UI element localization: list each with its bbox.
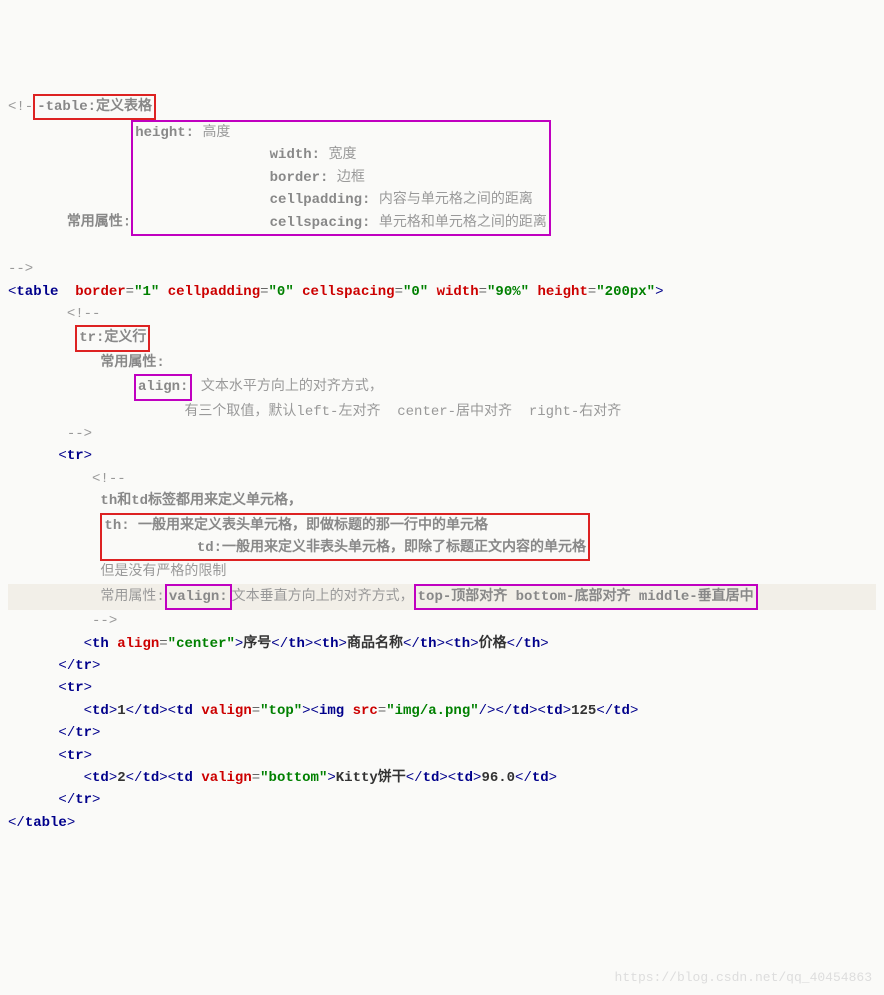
valign-desc: 文本垂直方向上的对齐方式， xyxy=(232,589,414,605)
th-tag: th xyxy=(92,636,109,652)
th-td-desc: th和td标签都用来定义单元格， xyxy=(100,493,302,509)
comment-open: <!- xyxy=(8,99,33,115)
attr-label: 常用属性: xyxy=(67,215,131,231)
table-tag: table xyxy=(16,284,58,300)
watermark: https://blog.csdn.net/qq_40454863 xyxy=(615,968,872,989)
code-block: <!--table:定义表格 常用属性:height: 高度 width: 宽度… xyxy=(8,94,876,835)
table-attrs-box: height: 高度 width: 宽度 border: 边框 cellpadd… xyxy=(131,120,551,236)
table-def-box: -table:定义表格 xyxy=(33,94,156,120)
comment-open-2: <!-- xyxy=(67,306,101,322)
tr-tag: tr xyxy=(67,448,84,464)
valign-box: valign: xyxy=(165,584,232,610)
comment-close: --> xyxy=(8,261,33,277)
align-box: align: xyxy=(134,374,192,400)
table-close: table xyxy=(25,815,67,831)
tr-def-box: tr:定义行 xyxy=(75,325,150,351)
cell-text: 序号 xyxy=(243,636,271,652)
align-desc: 文本水平方向上的对齐方式， xyxy=(201,379,383,395)
th-td-box: th: 一般用来定义表头单元格，即做标题的那一行中的单元格 td:一般用来定义非… xyxy=(100,513,590,562)
no-limit: 但是没有严格的限制 xyxy=(100,564,226,580)
td-tag: td xyxy=(92,703,109,719)
valign-label: 常用属性: xyxy=(100,589,164,605)
tr-attr-label: 常用属性: xyxy=(100,355,164,371)
img-tag: img xyxy=(319,703,344,719)
valign-values-box: top-顶部对齐 bottom-底部对齐 middle-垂直居中 xyxy=(414,584,758,610)
align-values: 有三个取值，默认left-左对齐 center-居中对齐 right-右对齐 xyxy=(184,404,621,420)
